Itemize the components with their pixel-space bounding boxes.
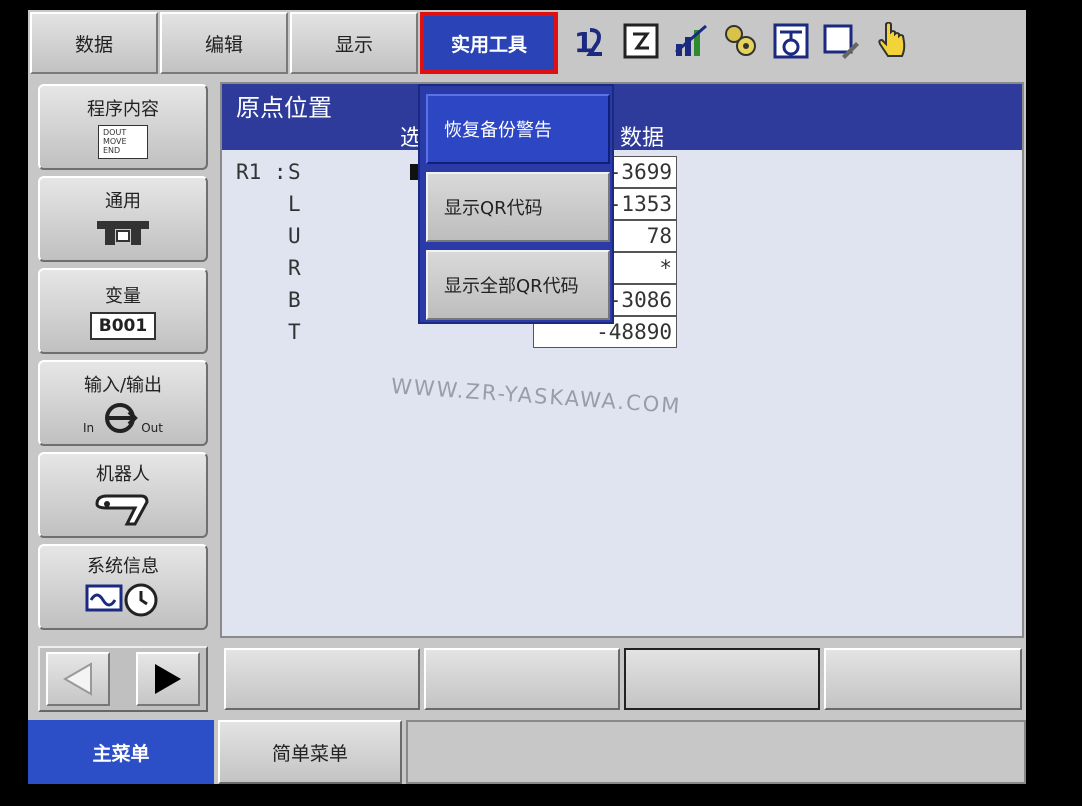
system-info-icon [85, 582, 161, 623]
sidebar-item-label: 系统信息 [87, 555, 159, 577]
axis-label: R [288, 256, 301, 280]
sidebar-item-label: 通用 [105, 190, 141, 212]
pendant-screen: 数据 编辑 显示 实用工具 1 程序内容 DOUT MOVE END 通用 变量… [28, 10, 1026, 784]
tool-icon[interactable] [772, 22, 810, 60]
signal-strength-icon[interactable] [672, 22, 710, 60]
axis-label: B [288, 288, 301, 312]
column-data-header: 数据 [620, 126, 665, 151]
sidebar-item-label: 输入/输出 [83, 375, 163, 396]
axis-label: L [288, 192, 301, 216]
icon-line: DOUT [103, 128, 127, 137]
io-in-label: In [83, 421, 95, 435]
menu-data[interactable]: 数据 [30, 12, 158, 74]
watermark: WWW.ZR-YASKAWA.COM [390, 374, 683, 419]
sidebar-item-label: 程序内容 [87, 99, 159, 120]
menu-item-show-qr-code[interactable]: 显示QR代码 [426, 172, 610, 242]
panel-header: 原点位置 选 数据 [222, 84, 1022, 151]
function-key-1[interactable] [224, 648, 420, 710]
sidebar-item-robot[interactable]: 机器人 [38, 452, 208, 538]
general-tool-icon [95, 217, 151, 252]
program-doc-icon: DOUT MOVE END [98, 125, 148, 159]
io-icon: In Out [83, 401, 163, 435]
axis-switch-icon[interactable]: 1 [572, 22, 610, 60]
function-key-4[interactable] [824, 648, 1022, 710]
sidebar-item-general[interactable]: 通用 [38, 176, 208, 262]
robot-prefix: R1 : [236, 160, 287, 184]
robot-arm-icon [93, 490, 153, 531]
menu-edit[interactable]: 编辑 [160, 12, 288, 74]
axis-label: S [288, 160, 301, 184]
icon-line: MOVE [103, 137, 127, 146]
simple-menu-button[interactable]: 简单菜单 [218, 720, 402, 784]
function-key-3[interactable] [624, 648, 820, 710]
next-page-button[interactable] [136, 652, 200, 706]
io-out-label: Out [141, 421, 163, 435]
axis-label: U [288, 224, 301, 248]
monitor-edit-icon[interactable] [822, 22, 860, 60]
main-menu-button[interactable]: 主菜单 [28, 720, 214, 784]
menu-item-restore-backup-warning[interactable]: 恢复备份警告 [426, 94, 610, 164]
sidebar-item-system-info[interactable]: 系统信息 [38, 544, 208, 630]
page-title: 原点位置 [236, 94, 332, 122]
checklist-icon[interactable] [622, 22, 660, 60]
sidebar-item-variable[interactable]: 变量 B001 [38, 268, 208, 354]
menu-utility[interactable]: 实用工具 [420, 12, 558, 74]
function-key-2[interactable] [424, 648, 620, 710]
prev-page-button[interactable] [46, 652, 110, 706]
axis-label: T [288, 320, 301, 344]
pointing-hand-icon[interactable] [872, 22, 910, 60]
menu-display[interactable]: 显示 [290, 12, 418, 74]
variable-box-icon: B001 [90, 312, 156, 340]
sidebar-item-label: 机器人 [96, 463, 150, 485]
sidebar-item-label: 变量 [105, 286, 141, 307]
sidebar-item-io[interactable]: 输入/输出 In Out [38, 360, 208, 446]
home-position-panel: 原点位置 选 数据 R1 : S L U R B T -3699 -1353 7… [220, 82, 1024, 638]
status-bar [406, 720, 1026, 784]
page-arrows [38, 646, 208, 712]
icon-line: END [103, 146, 121, 155]
gear-coordinate-icon[interactable] [722, 22, 760, 60]
arrow-left-icon [63, 662, 92, 696]
arrow-right-icon [155, 664, 181, 694]
utility-dropdown-menu: 恢复备份警告 显示QR代码 显示全部QR代码 [418, 84, 614, 324]
sidebar-item-program-content[interactable]: 程序内容 DOUT MOVE END [38, 84, 208, 170]
menu-item-show-all-qr-codes[interactable]: 显示全部QR代码 [426, 250, 610, 320]
